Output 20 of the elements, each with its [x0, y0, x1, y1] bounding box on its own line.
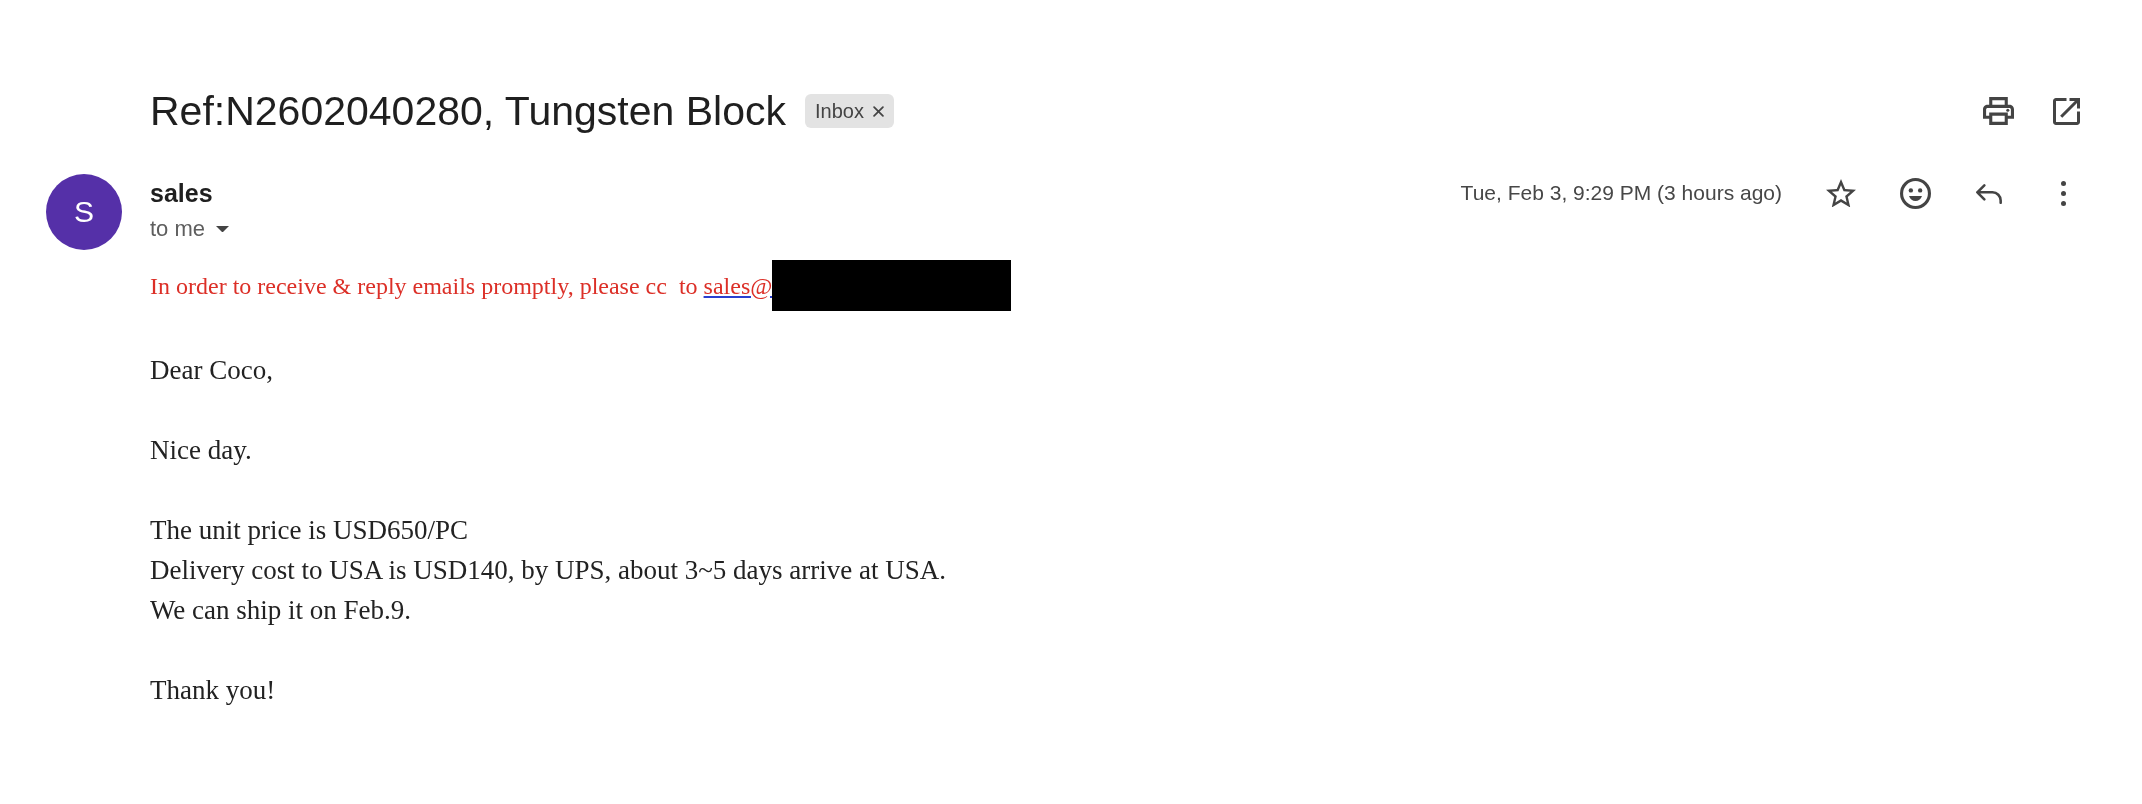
timestamp: Tue, Feb 3, 9:29 PM (3 hours ago): [1460, 181, 1782, 205]
cc-notice: In order to receive & reply emails promptly, please cc to sales@: [150, 271, 773, 301]
body-paragraph: Thank you!: [150, 674, 276, 707]
smiley-icon[interactable]: [1899, 177, 1931, 209]
body-paragraph: Dear Coco,: [150, 354, 273, 387]
close-icon[interactable]: [872, 105, 884, 117]
more-options-icon[interactable]: [2060, 180, 2066, 206]
sender-name: sales: [150, 178, 213, 209]
star-icon[interactable]: [1826, 178, 1856, 208]
recipient-dropdown[interactable]: to me: [150, 214, 230, 244]
label-text: Inbox: [814, 99, 864, 123]
open-in-new-window-icon[interactable]: [2052, 97, 2080, 125]
subject-title: Ref:N2602040280, Tungsten Block: [150, 87, 786, 135]
body-paragraph: The unit price is USD650/PC Delivery cost to USA is USD140, by UPS, about 3~5 days arrive at USA. We can ship it on Feb.9.: [150, 514, 947, 627]
email-link[interactable]: sales@: [703, 272, 773, 299]
caret-icon[interactable]: [216, 225, 230, 233]
avatar: S: [46, 174, 122, 250]
print-icon[interactable]: [1982, 97, 2014, 125]
body-paragraph: Nice day.: [150, 434, 252, 467]
reply-icon[interactable]: [1975, 182, 2003, 204]
